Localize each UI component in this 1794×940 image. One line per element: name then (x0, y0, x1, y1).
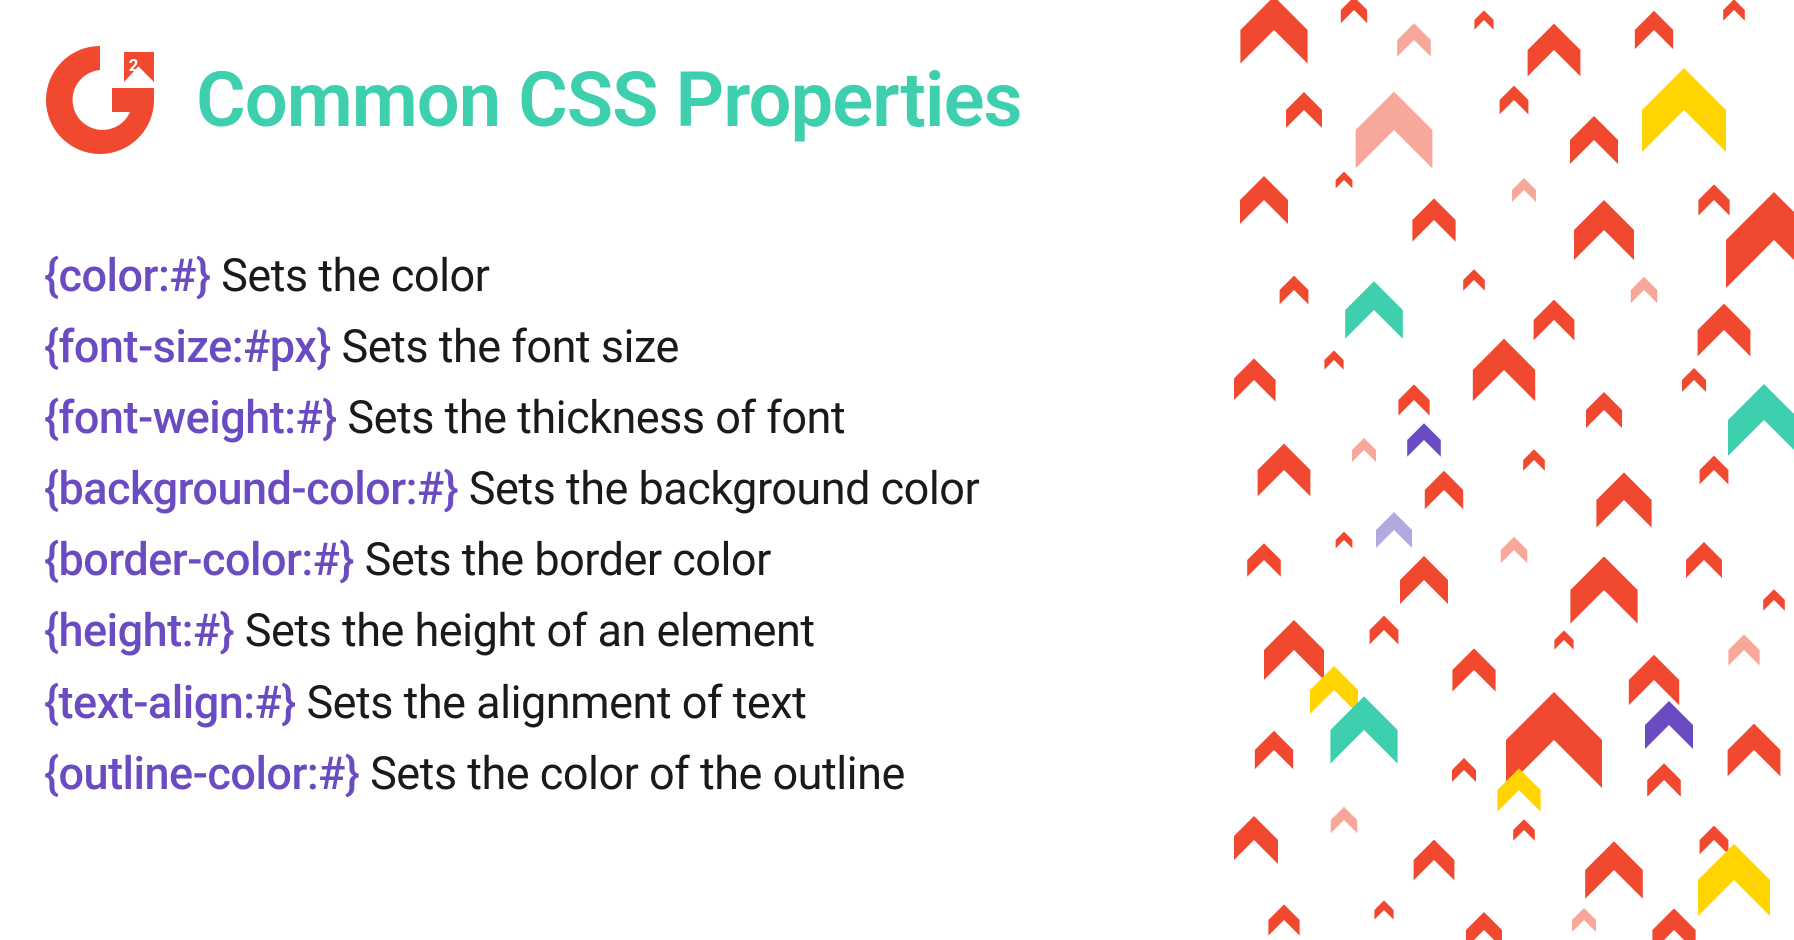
property-description: Sets the border color (365, 533, 771, 586)
property-item: {outline-color:#} Sets the color of the … (44, 738, 1194, 809)
property-description: Sets the height of an element (245, 604, 815, 657)
property-code: {color:#} (44, 249, 210, 302)
property-item: {height:#} Sets the height of an element (44, 595, 1194, 666)
property-code: {outline-color:#} (44, 747, 359, 800)
property-item: {background-color:#} Sets the background… (44, 453, 1194, 524)
property-description: Sets the font size (342, 320, 679, 373)
arrow-pattern-icon (1234, 0, 1794, 940)
property-item: {border-color:#} Sets the border color (44, 524, 1194, 595)
decorative-pattern (1234, 0, 1794, 940)
property-item: {text-align:#} Sets the alignment of tex… (44, 667, 1194, 738)
property-item: {font-size:#px} Sets the font size (44, 311, 1194, 382)
property-code: {text-align:#} (44, 676, 296, 729)
properties-list: {color:#} Sets the color {font-size:#px}… (40, 240, 1194, 809)
content-area: 2 Common CSS Properties {color:#} Sets t… (0, 0, 1234, 940)
svg-text:2: 2 (129, 56, 139, 76)
property-description: Sets the background color (469, 462, 979, 515)
property-description: Sets the thickness of font (347, 391, 845, 444)
property-code: {border-color:#} (44, 533, 354, 586)
property-description: Sets the alignment of text (306, 676, 806, 729)
property-code: {background-color:#} (44, 462, 458, 515)
property-description: Sets the color (221, 249, 489, 302)
property-code: {font-size:#px} (44, 320, 331, 373)
g2-logo-icon: 2 (40, 40, 160, 160)
property-code: {height:#} (44, 604, 234, 657)
property-description: Sets the color of the outline (370, 747, 905, 800)
header: 2 Common CSS Properties (40, 40, 1194, 160)
property-item: {font-weight:#} Sets the thickness of fo… (44, 382, 1194, 453)
property-code: {font-weight:#} (44, 391, 337, 444)
property-item: {color:#} Sets the color (44, 240, 1194, 311)
page-title: Common CSS Properties (196, 55, 1022, 145)
